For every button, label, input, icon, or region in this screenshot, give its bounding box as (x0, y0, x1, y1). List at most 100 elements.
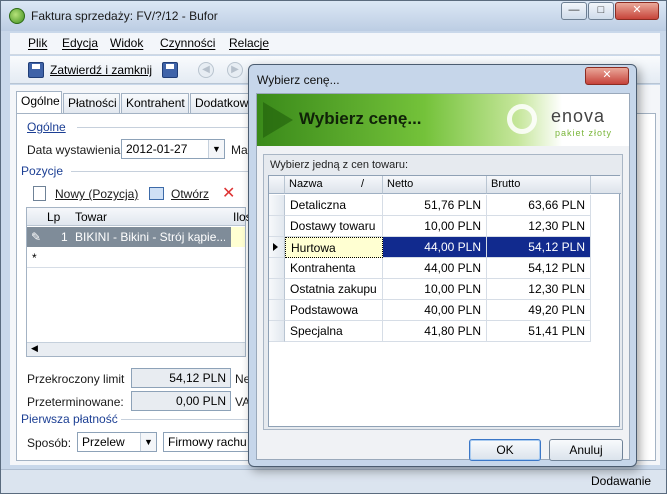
price-picker-frame: Wybierz jedną z cen towaru: Nazwa / Nett… (263, 154, 623, 430)
price-brutto: 12,30 PLN (487, 216, 591, 237)
price-name: Specjalna (285, 321, 383, 342)
column-header-netto[interactable]: Netto (383, 176, 487, 194)
price-netto: 10,00 PLN (383, 216, 487, 237)
method-value: Przelew (82, 435, 125, 449)
row-selector[interactable] (269, 300, 285, 321)
current-row-icon (273, 243, 278, 251)
open-button[interactable]: Otwórz (171, 187, 209, 201)
price-brutto: 54,12 PLN (487, 237, 591, 258)
price-name: Kontrahenta (285, 258, 383, 279)
price-dialog: Wybierz cenę... ✕ Wybierz cenę... enova … (248, 64, 637, 467)
maximize-button[interactable]: □ (588, 2, 614, 20)
date-value: 2012-01-27 (126, 142, 188, 156)
open-icon[interactable] (149, 187, 164, 200)
price-name: Detaliczna (285, 195, 383, 216)
row-selector[interactable] (269, 195, 285, 216)
limit-value: 54,12 PLN (131, 368, 231, 388)
row-selector[interactable] (269, 321, 285, 342)
horizontal-scrollbar[interactable]: ◀ (27, 342, 245, 356)
group-ogolne-title: Ogólne (27, 120, 66, 134)
menu-edycja[interactable]: Edycja (62, 36, 98, 50)
logo-subtitle: pakiet złoty (555, 128, 613, 138)
price-name: Dostawy towaru (285, 216, 383, 237)
save-icon[interactable] (162, 62, 178, 78)
delete-icon[interactable]: ✕ (222, 183, 235, 203)
table-row[interactable]: ✎ 1 BIKINI - Bikini - Strój kąpie... (27, 227, 245, 247)
partial-label: Ma (231, 143, 248, 157)
group-payment-title: Pierwsza płatność (21, 412, 118, 426)
row-selector[interactable] (269, 258, 285, 279)
new-position-button[interactable]: Nowy (Pozycja) (55, 187, 138, 201)
banner-title: Wybierz cenę... (299, 109, 422, 128)
tab-kontrahent[interactable]: Kontrahent (121, 93, 189, 113)
title-bar[interactable]: Faktura sprzedaży: FV/?/12 - Bufor — □ ✕ (1, 1, 666, 31)
dialog-banner: Wybierz cenę... enova pakiet złoty (257, 94, 629, 146)
ok-button[interactable]: OK (469, 439, 541, 461)
column-header-towar[interactable]: Towar (75, 210, 107, 224)
save-icon[interactable] (28, 62, 44, 78)
pencil-icon: ✎ (31, 230, 42, 244)
chevron-down-icon[interactable]: ▼ (208, 140, 224, 158)
group-pozycje-title: Pozycje (21, 164, 64, 178)
price-brutto: 54,12 PLN (487, 258, 591, 279)
column-header-lp[interactable]: Lp (47, 210, 60, 224)
play-circle-icon (507, 104, 537, 134)
price-row[interactable]: Kontrahenta 44,00 PLN 54,12 PLN (269, 258, 621, 279)
price-row[interactable]: Ostatnia zakupu 10,00 PLN 12,30 PLN (269, 279, 621, 300)
back-icon[interactable]: ◀ (198, 62, 214, 78)
sort-indicator: / (361, 178, 365, 190)
overdue-value: 0,00 PLN (131, 391, 231, 411)
row-lp: 1 (61, 230, 68, 244)
price-row[interactable]: Hurtowa 44,00 PLN 54,12 PLN (269, 237, 621, 258)
row-towar: BIKINI - Bikini - Strój kąpie... (75, 230, 225, 244)
price-netto: 10,00 PLN (383, 279, 487, 300)
minimize-button[interactable]: — (561, 2, 587, 20)
menu-bar: Plik Edycja Widok Czynności Relacje (10, 33, 660, 55)
dialog-title: Wybierz cenę... (257, 73, 340, 87)
column-header-brutto[interactable]: Brutto (487, 176, 591, 194)
price-grid: Nazwa / Netto Brutto Detaliczna 51,76 PLN… (268, 175, 621, 427)
column-header-nazwa[interactable]: Nazwa / (285, 176, 383, 194)
method-select[interactable]: Przelew ▼ (77, 432, 157, 452)
tab-ogolne[interactable]: Ogólne (16, 91, 62, 113)
close-button[interactable]: ✕ (615, 2, 659, 20)
status-bar: Dodawanie (1, 469, 666, 493)
picker-caption: Wybierz jedną z cen towaru: (270, 159, 409, 171)
price-row[interactable]: Detaliczna 51,76 PLN 63,66 PLN (269, 195, 621, 216)
save-close-button[interactable]: Zatwierdź i zamknij (50, 63, 152, 77)
menu-widok[interactable]: Widok (110, 36, 143, 50)
status-mode: Dodawanie (591, 474, 652, 488)
dialog-body: Wybierz cenę... enova pakiet złoty Wybie… (256, 93, 630, 461)
row-selector[interactable] (269, 237, 285, 258)
new-document-icon[interactable] (33, 186, 46, 201)
price-row[interactable]: Dostawy towaru 10,00 PLN 12,30 PLN (269, 216, 621, 237)
price-row[interactable]: Specjalna 41,80 PLN 51,41 PLN (269, 321, 621, 342)
date-field[interactable]: 2012-01-27 ▼ (121, 139, 225, 159)
account-select[interactable]: Firmowy rachu (163, 432, 251, 452)
new-row[interactable]: * (27, 248, 245, 268)
menu-czynnosci[interactable]: Czynności (160, 36, 215, 50)
menu-relacje[interactable]: Relacje (229, 36, 269, 50)
menu-plik[interactable]: Plik (28, 36, 47, 50)
scroll-left-icon[interactable]: ◀ (31, 343, 38, 354)
price-row[interactable]: Podstawowa 40,00 PLN 49,20 PLN (269, 300, 621, 321)
price-brutto: 63,66 PLN (487, 195, 591, 216)
chevron-down-icon[interactable]: ▼ (140, 433, 156, 451)
price-name: Ostatnia zakupu (285, 279, 383, 300)
row-selector[interactable] (269, 279, 285, 300)
price-netto: 44,00 PLN (383, 237, 487, 258)
dialog-close-button[interactable]: ✕ (585, 67, 629, 85)
column-header-nazwa-text: Nazwa (289, 178, 323, 190)
forward-icon[interactable]: ▶ (227, 62, 243, 78)
tab-dodatkowe[interactable]: Dodatkowe (190, 93, 255, 113)
date-label: Data wystawienia: (27, 143, 124, 157)
row-selector[interactable] (269, 216, 285, 237)
price-name: Hurtowa (285, 237, 383, 258)
row-qty-cell[interactable] (231, 227, 245, 247)
price-netto: 51,76 PLN (383, 195, 487, 216)
method-label: Sposób: (27, 436, 72, 450)
tab-platnosci[interactable]: Płatności (63, 93, 120, 113)
grid-header: Lp Towar Ilos (27, 208, 252, 226)
cancel-button[interactable]: Anuluj (549, 439, 623, 461)
overdue-label: Przeterminowane: (27, 395, 124, 409)
